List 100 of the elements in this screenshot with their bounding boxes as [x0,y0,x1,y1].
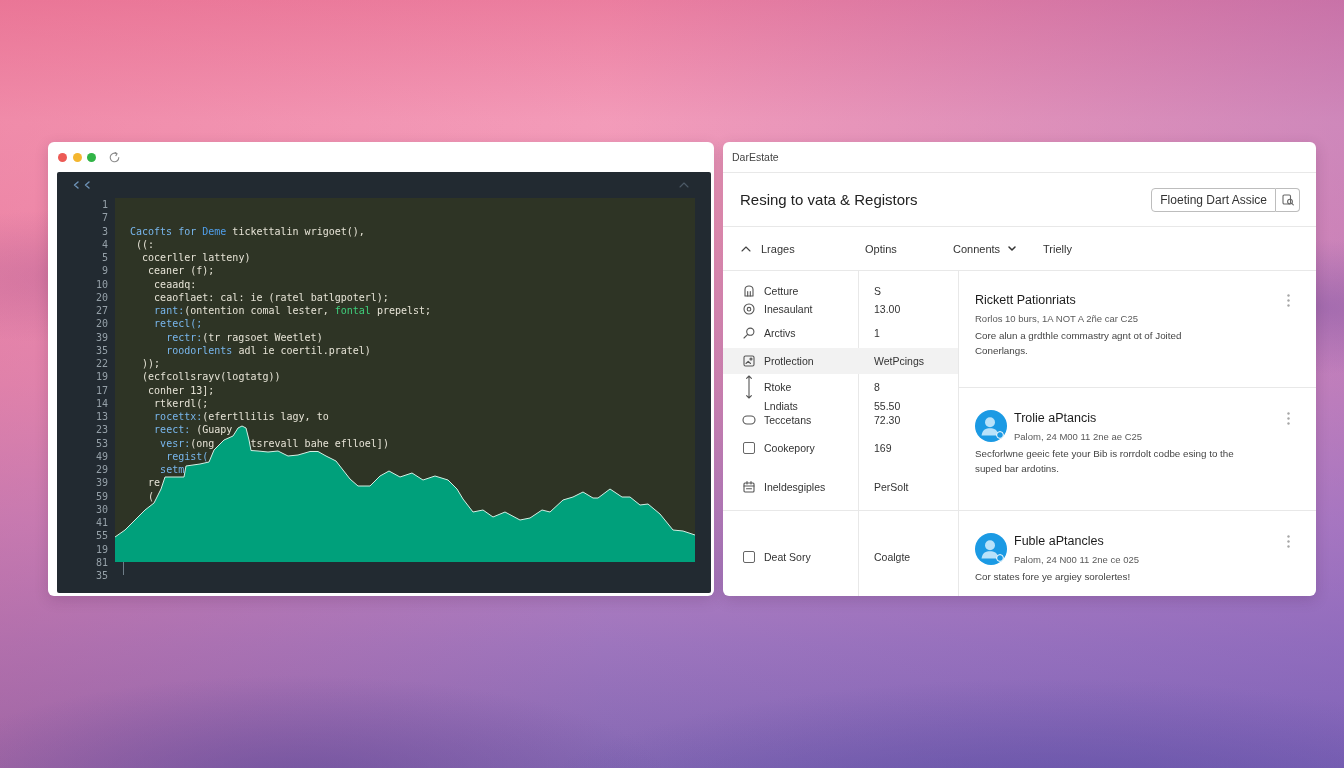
list-row[interactable]: Rtoke 8 [723,374,958,400]
code-line: ( [148,489,155,503]
row-value: Coalgte [874,551,911,563]
building-icon [743,285,755,297]
code-line: re [148,476,161,490]
row-label: Arctivs [764,327,796,339]
line-number: 20 [95,318,108,330]
code-line: ceaoflaet: cal: ie (ratel batlgpoterl); [154,290,389,304]
line-number: 81 [95,556,108,568]
list-row[interactable]: Arctivs 1 [723,318,958,348]
row-value: 8 [874,381,880,393]
row-value: 72.30 [874,414,901,426]
list-row[interactable]: Cookepory 169 [723,428,958,468]
close-button[interactable] [58,152,67,162]
card-description: Core alun a grdthle commastry agnt ot of Joited Conerlangs. [975,329,1183,358]
line-number: 4 [101,238,108,250]
list-row[interactable]: Lndiats 55.50 [723,400,958,412]
pill-icon [742,415,756,425]
list-row[interactable]: Teccetans 72.30 [723,412,958,428]
more-icon[interactable] [1287,535,1290,548]
line-number: 14 [95,397,108,409]
list-row[interactable]: Ineldesgiples PerSolt [723,468,958,506]
line-number: 1 [101,199,108,210]
code-line: conher 13]; [148,383,215,397]
line-number: 27 [95,305,108,316]
list-row[interactable]: Deat Sory Coalgte [723,545,958,569]
line-number: 39 [95,477,108,489]
row-value: S [874,285,881,297]
column-header[interactable]: Lrages [741,242,865,255]
code-line: Cacofts for Deme tickettalin wrigoet(), [130,224,365,238]
code-line: rectr:(tr ragsoet Weetlet) [166,330,323,344]
more-icon[interactable] [1287,412,1290,425]
row-label: Ineldesgiples [764,481,826,493]
code-line: cocerller latteny) [142,251,251,265]
row-value: 1 [874,327,880,339]
line-number: 13 [95,411,108,422]
search-button[interactable] [1276,187,1300,212]
row-value: 55.50 [874,400,901,412]
line-number: 35 [95,570,108,581]
code-line: reect: (Guapy [154,423,233,437]
line-number: 3 [101,225,108,237]
line-number: 17 [95,384,108,396]
action-button[interactable]: Floeting Dart Assice [1151,187,1276,212]
row-label: Rtoke [764,381,792,393]
list-row[interactable]: Protlection WetPcings [723,348,958,374]
code-line: roodorlents adl ie coertil.pratel) [166,343,371,357]
card-title: Rickett Pationriats [975,292,1076,308]
checkbox[interactable] [743,551,755,563]
line-number: 9 [101,265,108,277]
code-line: (ecfcollsrayv(logtatg)) [142,370,281,384]
refresh-icon[interactable] [108,151,120,163]
row-label: Protlection [764,355,814,367]
code-line: rant:(ontention comal lester, fontal prepelst; [154,304,432,318]
list-row[interactable]: Cetture S [723,282,958,300]
card-description: Secforlwne geeic fete your Bib is rorrdolt codbe esing to the suped bar ardotins. [975,447,1235,476]
line-number: 30 [95,503,108,515]
minimize-button[interactable] [72,152,82,162]
line-number: 19 [95,543,108,555]
card-meta: Palom, 24 N00 11 2ne ce 025 [1014,553,1139,567]
column-header[interactable]: Connents [953,242,1043,255]
row-value: 169 [874,442,892,454]
line-number: 35 [95,344,108,356]
row-label: Lndiats [764,400,798,412]
code-line: vesr:(ong [160,436,215,450]
chevron-up-icon[interactable] [679,182,689,188]
more-icon[interactable] [1287,294,1290,307]
row-value: 13.00 [874,303,901,315]
column-header[interactable]: Trielly [1043,242,1072,255]
line-number: 23 [95,424,108,436]
code-line: regist( [166,449,209,463]
circle-icon [743,303,755,315]
code-line: rocettx:(efertllilis lagy, to [154,410,329,424]
line-number: 20 [95,291,108,303]
code-line: tsrevall bahe eflloel]) [250,436,389,450]
code-line: ((: [136,237,155,251]
card-title: Trolie aPtancis [1014,410,1097,426]
code-line: ceaadq: [154,277,197,291]
line-number: 39 [95,331,108,343]
line-number: 7 [101,212,108,224]
code-line: setm [160,463,185,477]
code-line: rtkerdl(; [154,396,209,410]
column-header[interactable]: Optins [865,242,953,255]
line-number: 29 [95,464,108,475]
line-number: 22 [95,358,108,369]
zoom-button[interactable] [87,152,96,162]
line-number: 19 [95,371,108,383]
card-title: Fuble aPtancles [1014,533,1104,549]
code-line: ceaner (f); [148,264,215,278]
search-icon [743,327,755,339]
row-label: Inesaulant [764,303,813,315]
checkbox[interactable] [743,442,755,454]
up-down-arrow-icon [745,375,753,399]
card-meta: Palom, 24 M00 11 2ne ae C25 [1014,430,1143,444]
page-heading: Resing to vata & Registors [740,191,918,208]
code-line: )); [142,357,161,371]
line-number: 49 [95,450,108,462]
line-number: 53 [95,437,108,449]
list-row[interactable]: Inesaulant 13.00 [723,300,958,318]
search-icon [1281,193,1294,206]
code-line: retecl(; [154,317,203,331]
